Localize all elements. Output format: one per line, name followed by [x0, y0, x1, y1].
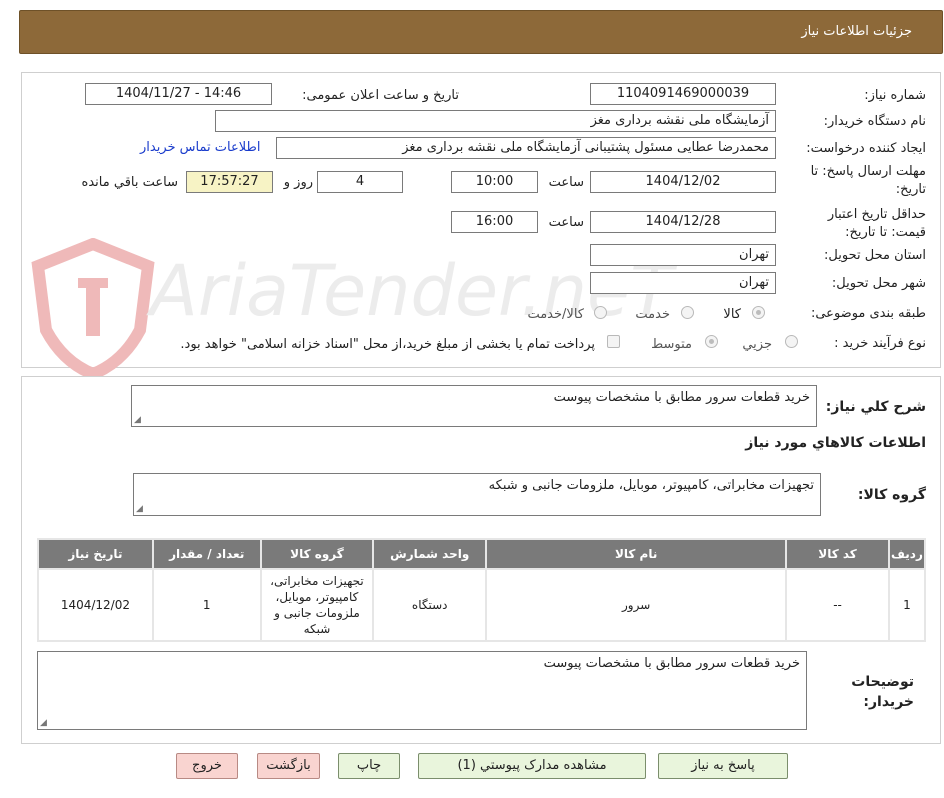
city-label: شهر محل تحویل:: [831, 276, 926, 291]
deadline-label: مهلت ارسال پاسخ: تا تاریخ:: [810, 164, 926, 197]
remaining-label: ساعت باقي مانده: [81, 175, 178, 190]
goods-group-text: تجهیزات مخابراتی، کامپیوتر، موبایل، ملزو…: [488, 478, 814, 493]
cell-code: --: [787, 570, 888, 640]
province-field[interactable]: تهران: [590, 244, 776, 266]
requester-field[interactable]: محمدرضا عطایی مسئول پشتیبانی آزمایشگاه م…: [276, 137, 776, 159]
validity-time-label: ساعت: [548, 215, 584, 230]
days-field[interactable]: 4: [317, 171, 403, 193]
col-row-header: ردیف: [889, 540, 924, 568]
back-button[interactable]: بازگشت: [257, 753, 320, 779]
category-goods-label: کالا: [723, 307, 741, 322]
city-field[interactable]: تهران: [590, 272, 776, 294]
treasury-checkbox[interactable]: [607, 335, 620, 348]
announce-field[interactable]: 1404/11/27 - 14:46: [85, 83, 272, 105]
table-row: 1 -- سرور دستگاه تجهیزات مخابراتی، کامپی…: [39, 570, 924, 640]
category-goods-service-radio[interactable]: [594, 306, 607, 319]
announce-label: تاریخ و ساعت اعلان عمومی:: [302, 88, 459, 103]
cell-date: 1404/12/02: [39, 570, 152, 640]
col-unit-header: واحد شمارش: [374, 540, 486, 568]
items-table: ردیف کد کالا نام کالا واحد شمارش گروه کا…: [37, 538, 926, 642]
col-name-header: نام کالا: [487, 540, 786, 568]
attachments-button[interactable]: مشاهده مدارک پیوستي (1): [418, 753, 646, 779]
col-group-header: گروه کالا: [261, 540, 373, 568]
deadline-time-label: ساعت: [548, 175, 584, 190]
print-button[interactable]: چاپ: [338, 753, 400, 779]
cell-unit: دستگاه: [374, 570, 486, 640]
goods-group-label: گروه کالا:: [857, 487, 926, 503]
goods-info-title: اطلاعات کالاهاي مورد نیاز: [745, 435, 926, 451]
cell-qty: 1: [153, 570, 260, 640]
summary-textarea[interactable]: خرید قطعات سرور مطابق با مشخصات پیوست ◢: [131, 385, 817, 427]
respond-button[interactable]: پاسخ به نیاز: [658, 753, 788, 779]
validity-label: حداقل تاریخ اعتبار قیمت: تا تاریخ:: [827, 207, 926, 240]
page-header: جزئیات اطلاعات نیاز: [19, 10, 943, 54]
cell-group: تجهیزات مخابراتی، کامپیوتر، موبایل، ملزو…: [261, 570, 373, 640]
deadline-time-field[interactable]: 10:00: [451, 171, 538, 193]
treasury-note: پرداخت تمام یا بخشی از مبلغ خرید،از محل …: [180, 337, 595, 352]
goods-group-textarea[interactable]: تجهیزات مخابراتی، کامپیوتر، موبایل، ملزو…: [133, 473, 821, 516]
days-label: روز و: [283, 175, 313, 190]
category-service-radio[interactable]: [681, 306, 694, 319]
resize-grip-icon[interactable]: ◢: [40, 718, 47, 728]
remaining-time-field: 17:57:27: [186, 171, 273, 193]
need-number-label: شماره نیاز:: [864, 88, 926, 103]
buyer-org-label: نام دستگاه خریدار:: [823, 114, 926, 129]
deadline-date-field[interactable]: 1404/12/02: [590, 171, 776, 193]
validity-date-field[interactable]: 1404/12/28: [590, 211, 776, 233]
exit-button[interactable]: خروج: [176, 753, 238, 779]
cell-row: 1: [889, 570, 924, 640]
process-medium-radio[interactable]: [705, 335, 718, 348]
col-code-header: کد کالا: [787, 540, 888, 568]
province-label: استان محل تحویل:: [824, 248, 926, 263]
resize-grip-icon[interactable]: ◢: [134, 415, 141, 425]
col-date-header: تاریخ نیاز: [39, 540, 152, 568]
process-minor-radio[interactable]: [785, 335, 798, 348]
summary-label: شرح کلي نیاز:: [825, 399, 926, 415]
buyer-notes-text: خرید قطعات سرور مطابق با مشخصات پیوست: [543, 656, 800, 671]
requester-label: ایجاد کننده درخواست:: [806, 141, 926, 156]
process-medium-label: متوسط: [651, 337, 692, 352]
cell-name: سرور: [487, 570, 786, 640]
category-label: طبقه بندی موضوعی:: [810, 306, 926, 321]
buyer-notes-textarea[interactable]: خرید قطعات سرور مطابق با مشخصات پیوست ◢: [37, 651, 807, 730]
buyer-notes-label: توضیحات خریدار:: [851, 674, 914, 710]
process-label: نوع فرآیند خرید :: [834, 336, 926, 351]
table-header-row: ردیف کد کالا نام کالا واحد شمارش گروه کا…: [39, 540, 924, 568]
validity-time-field[interactable]: 16:00: [451, 211, 538, 233]
need-number-field[interactable]: 1104091469000039: [590, 83, 776, 105]
category-goods-service-label: کالا/خدمت: [527, 307, 584, 322]
buyer-org-field[interactable]: آزمایشگاه ملی نقشه برداری مغز: [215, 110, 776, 132]
resize-grip-icon[interactable]: ◢: [136, 504, 143, 514]
process-minor-label: جزیي: [742, 337, 772, 352]
col-qty-header: تعداد / مقدار: [153, 540, 260, 568]
page-title: جزئیات اطلاعات نیاز: [801, 24, 912, 39]
category-goods-radio[interactable]: [752, 306, 765, 319]
summary-text: خرید قطعات سرور مطابق با مشخصات پیوست: [553, 390, 810, 405]
category-service-label: خدمت: [635, 307, 670, 322]
buyer-contact-link[interactable]: اطلاعات تماس خریدار: [140, 140, 260, 155]
